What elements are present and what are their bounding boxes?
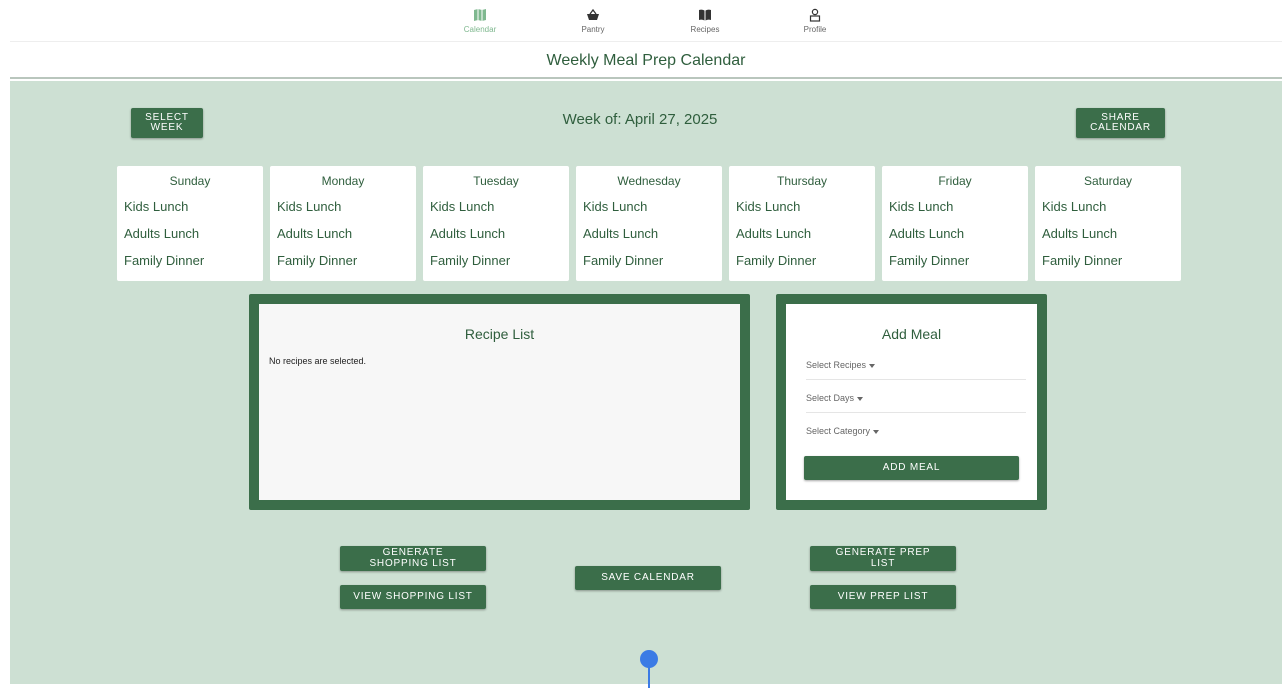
caret-down-icon — [873, 429, 880, 434]
day-name: Thursday — [776, 174, 828, 188]
select-week-button[interactable]: SELECT WEEK — [131, 108, 203, 138]
meal-item[interactable]: Kids Lunch — [889, 199, 1028, 214]
view-shopping-list-button[interactable]: VIEW SHOPPING LIST — [340, 585, 486, 609]
meal-item[interactable]: Adults Lunch — [889, 226, 1028, 241]
meal-item[interactable]: Adults Lunch — [277, 226, 416, 241]
day-name: Tuesday — [473, 174, 519, 188]
basket-icon — [587, 8, 599, 20]
add-meal-panel: Add Meal Select Recipes Select Days Sele… — [776, 294, 1047, 510]
pointer-marker-stem — [648, 666, 650, 688]
day-name: Monday — [321, 174, 365, 188]
caret-down-icon — [869, 363, 876, 368]
meal-item[interactable]: Family Dinner — [277, 253, 416, 268]
meal-item[interactable]: Kids Lunch — [583, 199, 722, 214]
week-label: Week of: April 27, 2025 — [562, 111, 718, 128]
meal-item[interactable]: Kids Lunch — [430, 199, 569, 214]
main-content: SELECT WEEK Week of: April 27, 2025 SHAR… — [10, 81, 1282, 684]
day-card-wednesday[interactable]: Wednesday Kids Lunch Adults Lunch Family… — [576, 166, 722, 281]
generate-prep-list-button[interactable]: GENERATE PREP LIST — [810, 546, 956, 571]
select-category-dropdown[interactable]: Select Category — [806, 416, 1026, 446]
page-title: Weekly Meal Prep Calendar — [10, 43, 1282, 79]
meal-item[interactable]: Kids Lunch — [1042, 199, 1181, 214]
meal-item[interactable]: Adults Lunch — [736, 226, 875, 241]
meal-item[interactable]: Adults Lunch — [1042, 226, 1181, 241]
save-calendar-button[interactable]: SAVE CALENDAR — [575, 566, 721, 590]
meal-item[interactable]: Adults Lunch — [583, 226, 722, 241]
nav-item-calendar[interactable]: Calendar — [440, 8, 520, 34]
nav-item-pantry[interactable]: Pantry — [553, 8, 633, 34]
meal-item[interactable]: Kids Lunch — [736, 199, 875, 214]
meal-item[interactable]: Kids Lunch — [277, 199, 416, 214]
day-name: Wednesday — [617, 174, 681, 188]
recipe-list-empty-text: No recipes are selected. — [269, 356, 367, 366]
app-frame: Calendar Pantry Recipes Profile Weekly M… — [10, 0, 1282, 688]
nav-label-recipes: Recipes — [690, 25, 720, 34]
day-name: Saturday — [1083, 174, 1133, 188]
nav-label-pantry: Pantry — [581, 25, 605, 34]
meal-item[interactable]: Family Dinner — [889, 253, 1028, 268]
nav-item-recipes[interactable]: Recipes — [665, 8, 745, 34]
day-card-sunday[interactable]: Sunday Kids Lunch Adults Lunch Family Di… — [117, 166, 263, 281]
recipe-list-title: Recipe List — [464, 326, 535, 342]
meal-item[interactable]: Family Dinner — [736, 253, 875, 268]
nav-label-calendar: Calendar — [463, 25, 497, 34]
generate-shopping-list-button[interactable]: GENERATE SHOPPING LIST — [340, 546, 486, 571]
add-meal-button[interactable]: ADD MEAL — [804, 456, 1019, 480]
share-calendar-button[interactable]: SHARE CALENDAR — [1076, 108, 1165, 138]
view-prep-list-button[interactable]: VIEW PREP LIST — [810, 585, 956, 609]
meal-item[interactable]: Family Dinner — [124, 253, 263, 268]
select-recipes-label: Select Recipes — [806, 360, 867, 370]
add-meal-body: Add Meal Select Recipes Select Days Sele… — [786, 304, 1037, 500]
select-category-label: Select Category — [806, 426, 871, 436]
top-nav: Calendar Pantry Recipes Profile — [10, 0, 1282, 42]
caret-down-icon — [857, 396, 864, 401]
day-card-saturday[interactable]: Saturday Kids Lunch Adults Lunch Family … — [1035, 166, 1181, 281]
select-days-label: Select Days — [806, 393, 855, 403]
nav-item-profile[interactable]: Profile — [775, 8, 855, 34]
day-card-thursday[interactable]: Thursday Kids Lunch Adults Lunch Family … — [729, 166, 875, 281]
meal-item[interactable]: Family Dinner — [583, 253, 722, 268]
recipe-list-body: Recipe List No recipes are selected. — [259, 304, 740, 500]
map-icon — [474, 9, 486, 21]
day-name: Sunday — [169, 174, 211, 188]
day-card-tuesday[interactable]: Tuesday Kids Lunch Adults Lunch Family D… — [423, 166, 569, 281]
meal-item[interactable]: Family Dinner — [430, 253, 569, 268]
day-card-friday[interactable]: Friday Kids Lunch Adults Lunch Family Di… — [882, 166, 1028, 281]
nav-label-profile: Profile — [803, 25, 827, 34]
book-icon — [699, 9, 711, 21]
meal-item[interactable]: Kids Lunch — [124, 199, 263, 214]
select-recipes-dropdown[interactable]: Select Recipes — [806, 350, 1026, 380]
meal-item[interactable]: Adults Lunch — [124, 226, 263, 241]
meal-item[interactable]: Family Dinner — [1042, 253, 1181, 268]
select-days-dropdown[interactable]: Select Days — [806, 383, 1026, 413]
day-name: Friday — [938, 174, 972, 188]
day-card-monday[interactable]: Monday Kids Lunch Adults Lunch Family Di… — [270, 166, 416, 281]
meal-item[interactable]: Adults Lunch — [430, 226, 569, 241]
person-icon — [809, 8, 821, 22]
recipe-list-panel: Recipe List No recipes are selected. — [249, 294, 750, 510]
add-meal-title: Add Meal — [881, 326, 942, 342]
